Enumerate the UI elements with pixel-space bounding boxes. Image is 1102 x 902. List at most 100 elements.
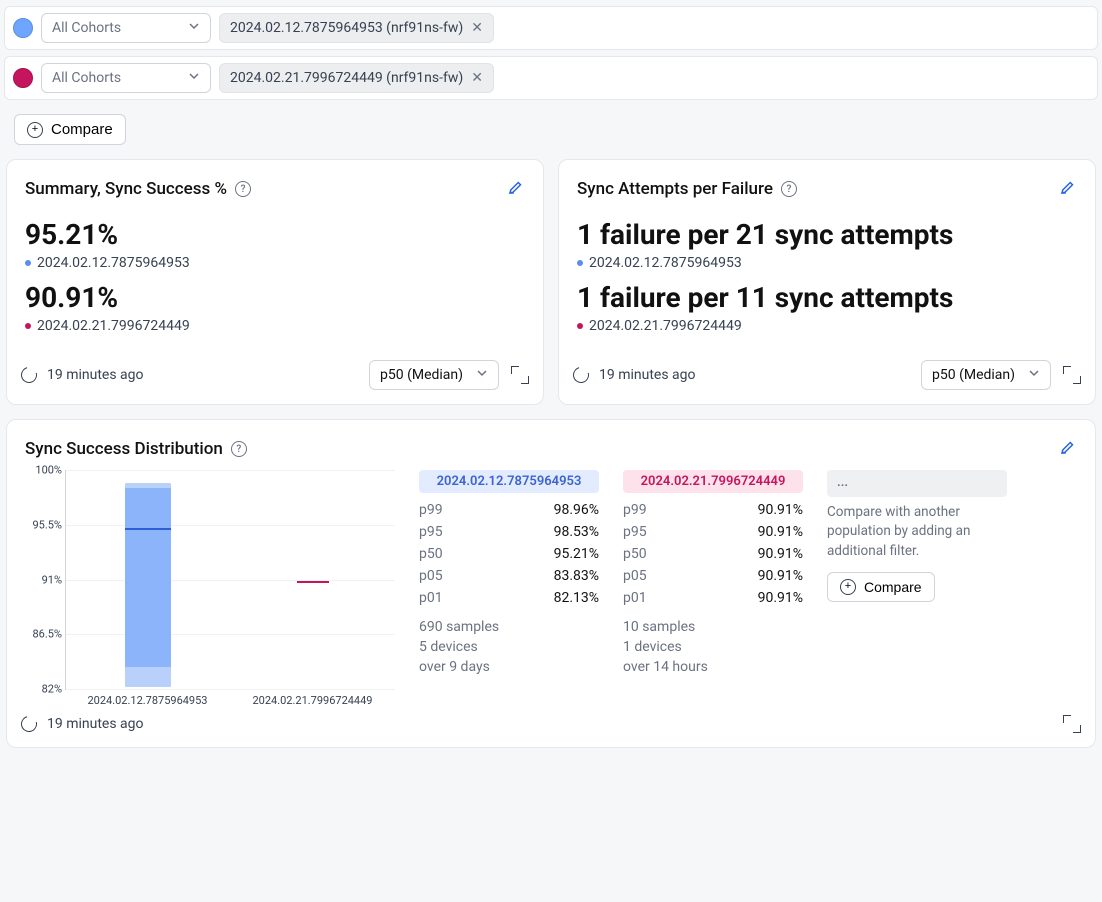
help-icon[interactable]: ? — [781, 181, 797, 197]
summary-label-0: 2024.02.12.7875964953 — [25, 255, 525, 271]
stat-row: p0583.83% — [419, 565, 599, 587]
card-attempts: Sync Attempts per Failure ? 1 failure pe… — [558, 159, 1096, 405]
chevron-down-icon — [1028, 367, 1040, 383]
dot-icon — [577, 260, 583, 266]
card-title: Sync Success Distribution ? — [25, 439, 247, 459]
summary-value-1: 90.91% — [25, 281, 525, 314]
stats-series-0: 2024.02.12.7875964953 p9998.96%p9598.53%… — [419, 470, 599, 707]
edit-icon[interactable] — [507, 178, 525, 200]
stat-row: p9598.53% — [419, 521, 599, 543]
stat-meta: over 9 days — [419, 657, 599, 677]
stat-row: p5095.21% — [419, 543, 599, 565]
filter-bar: All Cohorts 2024.02.12.7875964953 (nrf91… — [0, 0, 1102, 100]
stat-row: p0590.91% — [623, 565, 803, 587]
x-label-1: 2024.02.21.7996724449 — [230, 694, 395, 707]
refresh-icon — [18, 364, 40, 386]
expand-icon[interactable] — [511, 366, 529, 384]
stat-row: p5090.91% — [623, 543, 803, 565]
chevron-down-icon — [188, 70, 200, 86]
compare-prompt-text: Compare with another population by addin… — [827, 503, 1007, 562]
compare-prompt-button[interactable]: + Compare — [827, 572, 935, 602]
stat-row: p9990.91% — [623, 499, 803, 521]
edit-icon[interactable] — [1059, 438, 1077, 460]
compare-button[interactable]: + Compare — [14, 114, 126, 145]
chevron-down-icon — [476, 367, 488, 383]
percentile-select[interactable]: p50 (Median) — [921, 360, 1051, 390]
refresh-status[interactable]: 19 minutes ago — [21, 367, 144, 383]
dot-icon — [25, 260, 31, 266]
stat-row: p9590.91% — [623, 521, 803, 543]
card-title-text: Summary, Sync Success % — [25, 179, 227, 199]
card-title-text: Sync Attempts per Failure — [577, 179, 773, 199]
edit-icon[interactable] — [1059, 178, 1077, 200]
filter-tag-label: 2024.02.12.7875964953 (nrf91ns-fw) — [230, 20, 463, 36]
compare-bar: + Compare — [0, 106, 1102, 159]
filter-row-0: All Cohorts 2024.02.12.7875964953 (nrf91… — [4, 6, 1098, 50]
percentile-select[interactable]: p50 (Median) — [369, 360, 499, 390]
stat-row: p0182.13% — [419, 587, 599, 609]
plus-circle-icon: + — [27, 122, 43, 138]
series-pill-0: 2024.02.12.7875964953 — [419, 470, 599, 493]
attempts-value-1: 1 failure per 11 sync attempts — [577, 281, 1077, 314]
summary-value-0: 95.21% — [25, 218, 525, 251]
card-summary: Summary, Sync Success % ? 95.21% 2024.02… — [6, 159, 544, 405]
summary-label-1: 2024.02.21.7996724449 — [25, 318, 525, 334]
refreshed-text: 19 minutes ago — [47, 367, 144, 383]
cohort-select-placeholder: All Cohorts — [52, 20, 121, 36]
filter-tag-label: 2024.02.21.7996724449 (nrf91ns-fw) — [230, 70, 463, 86]
stat-meta: 1 devices — [623, 637, 803, 657]
y-tick: 100% — [22, 464, 62, 477]
refreshed-text: 19 minutes ago — [47, 716, 144, 732]
stat-row: p9998.96% — [419, 499, 599, 521]
filter-row-1: All Cohorts 2024.02.21.7996724449 (nrf91… — [4, 56, 1098, 100]
refresh-status[interactable]: 19 minutes ago — [21, 716, 144, 732]
plus-circle-icon: + — [840, 579, 856, 595]
stat-meta: 690 samples — [419, 617, 599, 637]
cards-grid: Summary, Sync Success % ? 95.21% 2024.02… — [0, 159, 1102, 762]
dot-icon — [577, 323, 583, 329]
stats-series-1: 2024.02.21.7996724449 p9990.91%p9590.91%… — [623, 470, 803, 707]
y-tick: 95.5% — [22, 518, 62, 531]
refresh-icon — [570, 364, 592, 386]
series-swatch-pink — [13, 68, 33, 88]
stat-meta: 10 samples — [623, 617, 803, 637]
x-label-0: 2024.02.12.7875964953 — [65, 694, 230, 707]
attempts-value-0: 1 failure per 21 sync attempts — [577, 218, 1077, 251]
distribution-chart: 100%95.5%91%86.5%82% 2024.02.12.78759649… — [25, 470, 395, 707]
compare-prompt-pill: ... — [827, 470, 1007, 497]
y-tick: 86.5% — [22, 628, 62, 641]
attempts-label-1: 2024.02.21.7996724449 — [577, 318, 1077, 334]
expand-icon[interactable] — [1063, 715, 1081, 733]
refresh-status[interactable]: 19 minutes ago — [573, 367, 696, 383]
help-icon[interactable]: ? — [231, 441, 247, 457]
stat-meta: over 14 hours — [623, 657, 803, 677]
compare-button-label: Compare — [51, 121, 113, 138]
help-icon[interactable]: ? — [235, 181, 251, 197]
compare-prompt: ... Compare with another population by a… — [827, 470, 1007, 707]
refreshed-text: 19 minutes ago — [599, 367, 696, 383]
y-tick: 82% — [22, 683, 62, 696]
percentile-select-value: p50 (Median) — [932, 367, 1015, 383]
filter-tag-1[interactable]: 2024.02.21.7996724449 (nrf91ns-fw) ✕ — [219, 63, 494, 93]
card-title: Sync Attempts per Failure ? — [577, 179, 797, 199]
dot-icon — [25, 323, 31, 329]
refresh-icon — [18, 713, 40, 735]
cohort-select-1[interactable]: All Cohorts — [41, 63, 211, 93]
close-icon[interactable]: ✕ — [471, 20, 483, 36]
card-title: Summary, Sync Success % ? — [25, 179, 251, 199]
close-icon[interactable]: ✕ — [471, 70, 483, 86]
cohort-select-0[interactable]: All Cohorts — [41, 13, 211, 43]
filter-tag-0[interactable]: 2024.02.12.7875964953 (nrf91ns-fw) ✕ — [219, 13, 494, 43]
card-title-text: Sync Success Distribution — [25, 439, 223, 459]
cohort-select-placeholder: All Cohorts — [52, 70, 121, 86]
series-pill-1: 2024.02.21.7996724449 — [623, 470, 803, 493]
y-tick: 91% — [22, 573, 62, 586]
percentile-select-value: p50 (Median) — [380, 367, 463, 383]
chevron-down-icon — [188, 20, 200, 36]
attempts-label-0: 2024.02.12.7875964953 — [577, 255, 1077, 271]
series-swatch-blue — [13, 18, 33, 38]
stat-row: p0190.91% — [623, 587, 803, 609]
card-distribution: Sync Success Distribution ? 100% 95.5% 91%… — [6, 419, 1096, 748]
expand-icon[interactable] — [1063, 366, 1081, 384]
stat-meta: 5 devices — [419, 637, 599, 657]
